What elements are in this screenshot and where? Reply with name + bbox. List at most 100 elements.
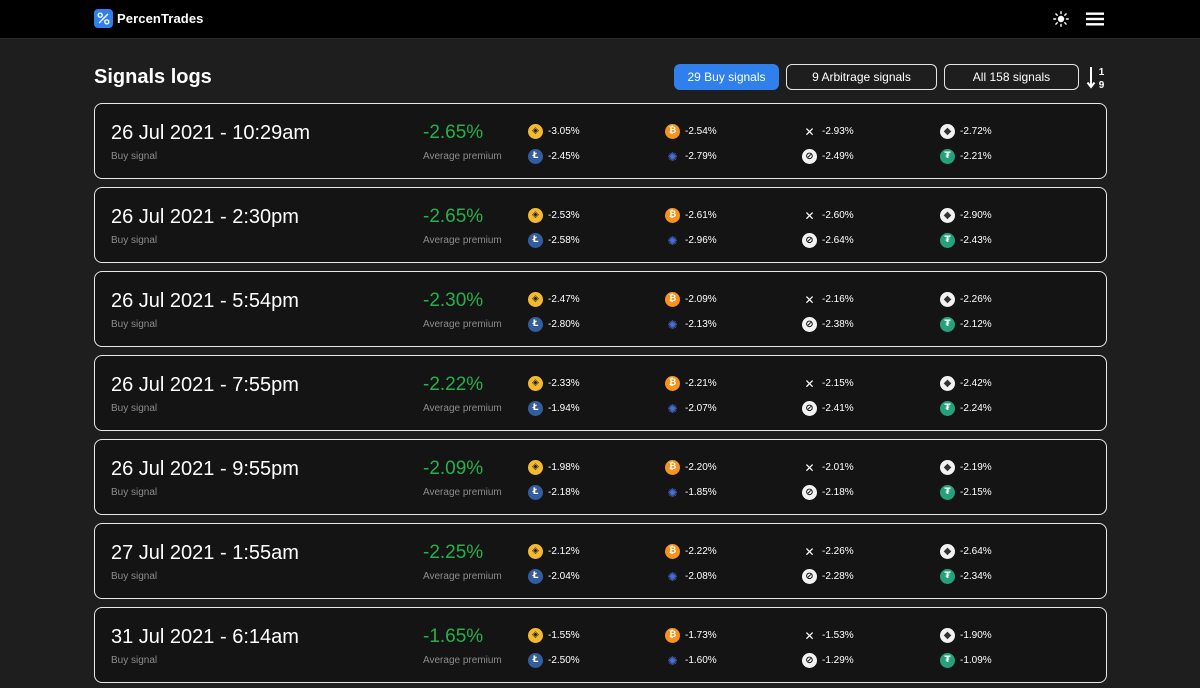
- coin-premium-ltc: Ł -1.94%: [528, 401, 580, 416]
- stellar-icon: ⊘: [802, 485, 817, 500]
- ethereum-icon: ◆: [940, 208, 955, 223]
- coin-premium-ltc: Ł -2.80%: [528, 317, 580, 332]
- coin-premium-usdt: ₮ -2.12%: [940, 317, 992, 332]
- coin-premium-value: -2.04%: [548, 571, 580, 582]
- coin-premium-eth: ◆ -2.90%: [940, 208, 992, 223]
- signal-card[interactable]: 26 Jul 2021 - 7:55pm Buy signal -2.22% Aver…: [94, 355, 1107, 431]
- coin-premium-value: -2.18%: [822, 487, 854, 498]
- signal-card[interactable]: 27 Jul 2021 - 1:55am Buy signal -2.25% Aver…: [94, 523, 1107, 599]
- coin-premium-btc: ₿ -2.61%: [665, 208, 717, 223]
- coin-premium-xlm: ⊘ -2.49%: [802, 149, 854, 164]
- coin-premium-xlm: ⊘ -1.29%: [802, 653, 854, 668]
- arbitrage-signals-filter-button[interactable]: 9 Arbitrage signals: [786, 64, 937, 90]
- percent-logo-icon: [94, 9, 113, 28]
- coin-premium-ada: ✺ -1.85%: [665, 485, 717, 500]
- coin-premium-xrp: ✕ -2.26%: [802, 544, 853, 559]
- signal-type: Buy signal: [111, 403, 158, 414]
- coin-premium-usdt: ₮ -2.21%: [940, 149, 992, 164]
- coin-premium-btc: ₿ -2.54%: [665, 124, 717, 139]
- signal-card[interactable]: 26 Jul 2021 - 9:55pm Buy signal -2.09% Aver…: [94, 439, 1107, 515]
- cardano-icon: ✺: [667, 149, 678, 164]
- coin-premium-value: -1.94%: [548, 403, 580, 414]
- coin-premium-xrp: ✕ -2.93%: [802, 124, 853, 139]
- coin-premium-xlm: ⊘ -2.64%: [802, 233, 854, 248]
- coin-premium-value: -2.07%: [685, 403, 717, 414]
- coin-premium-eth: ◆ -2.26%: [940, 292, 992, 307]
- average-premium-label: Average premium: [423, 487, 502, 498]
- coin-premium-value: -2.09%: [685, 294, 717, 305]
- signal-card[interactable]: 26 Jul 2021 - 5:54pm Buy signal -2.30% Aver…: [94, 271, 1107, 347]
- coin-premium-value: -2.42%: [960, 378, 992, 389]
- coin-premium-value: -1.60%: [685, 655, 717, 666]
- coin-premium-value: -2.38%: [822, 319, 854, 330]
- coin-premium-value: -2.64%: [822, 235, 854, 246]
- tether-icon: ₮: [940, 569, 955, 584]
- all-signals-filter-button[interactable]: All 158 signals: [944, 64, 1079, 90]
- page-title: Signals logs: [94, 66, 212, 88]
- coin-premium-xrp: ✕ -2.60%: [802, 208, 853, 223]
- ethereum-icon: ◆: [940, 292, 955, 307]
- coin-premium-ltc: Ł -2.50%: [528, 653, 580, 668]
- buy-signals-filter-button[interactable]: 29 Buy signals: [674, 64, 779, 90]
- average-premium-value: -2.30%: [423, 290, 484, 311]
- coin-premium-value: -1.53%: [822, 630, 854, 641]
- signal-date: 26 Jul 2021 - 2:30pm: [111, 206, 299, 228]
- bitcoin-icon: ₿: [665, 544, 680, 559]
- coin-premium-value: -2.64%: [960, 546, 992, 557]
- stellar-icon: ⊘: [802, 233, 817, 248]
- stellar-icon: ⊘: [802, 653, 817, 668]
- coin-premium-xlm: ⊘ -2.18%: [802, 485, 854, 500]
- signal-type: Buy signal: [111, 151, 158, 162]
- average-premium-label: Average premium: [423, 319, 502, 330]
- coin-premium-value: -2.15%: [822, 378, 854, 389]
- average-premium-label: Average premium: [423, 655, 502, 666]
- coin-premium-value: -2.22%: [685, 546, 717, 557]
- signal-type: Buy signal: [111, 655, 158, 666]
- coin-premium-value: -2.12%: [548, 546, 580, 557]
- average-premium-value: -2.65%: [423, 122, 484, 143]
- xrp-icon: ✕: [804, 628, 815, 643]
- cardano-icon: ✺: [667, 233, 678, 248]
- coin-premium-ltc: Ł -2.18%: [528, 485, 580, 500]
- coin-premium-xrp: ✕ -1.53%: [802, 628, 854, 643]
- average-premium-label: Average premium: [423, 151, 502, 162]
- average-premium-value: -2.25%: [423, 542, 484, 563]
- sun-icon[interactable]: [1052, 10, 1070, 28]
- coin-premium-value: -2.41%: [822, 403, 854, 414]
- top-navbar: PercenTrades: [0, 0, 1200, 39]
- xrp-icon: ✕: [804, 460, 815, 475]
- coin-premium-usdt: ₮ -2.43%: [940, 233, 992, 248]
- coin-premium-value: -2.20%: [685, 462, 717, 473]
- bnb-icon: ◈: [528, 292, 543, 307]
- cardano-icon: ✺: [667, 317, 678, 332]
- stellar-icon: ⊘: [802, 317, 817, 332]
- coin-premium-ada: ✺ -1.60%: [665, 653, 717, 668]
- hamburger-menu-icon[interactable]: [1086, 10, 1104, 28]
- xrp-icon: ✕: [804, 124, 815, 139]
- coin-premium-value: -1.85%: [685, 487, 717, 498]
- ethereum-icon: ◆: [940, 460, 955, 475]
- average-premium-value: -2.65%: [423, 206, 484, 227]
- tether-icon: ₮: [940, 149, 955, 164]
- signal-card[interactable]: 26 Jul 2021 - 10:29am Buy signal -2.65% Ave…: [94, 103, 1107, 179]
- signal-card[interactable]: 31 Jul 2021 - 6:14am Buy signal -1.65% Aver…: [94, 607, 1107, 683]
- coin-premium-ltc: Ł -2.04%: [528, 569, 580, 584]
- coin-premium-value: -2.50%: [548, 655, 580, 666]
- brand-logo-link[interactable]: PercenTrades: [94, 9, 203, 28]
- xrp-icon: ✕: [804, 292, 815, 307]
- stellar-icon: ⊘: [802, 401, 817, 416]
- coin-premium-btc: ₿ -2.20%: [665, 460, 717, 475]
- bitcoin-icon: ₿: [665, 376, 680, 391]
- coin-premium-value: -2.08%: [685, 571, 717, 582]
- coin-premium-xlm: ⊘ -2.41%: [802, 401, 854, 416]
- signal-date: 26 Jul 2021 - 5:54pm: [111, 290, 299, 312]
- cardano-icon: ✺: [667, 401, 678, 416]
- signal-card[interactable]: 26 Jul 2021 - 2:30pm Buy signal -2.65% Aver…: [94, 187, 1107, 263]
- sort-numeric-ascending-icon[interactable]: 1 9: [1086, 65, 1108, 91]
- coin-premium-ada: ✺ -2.13%: [665, 317, 716, 332]
- cardano-icon: ✺: [667, 653, 678, 668]
- ethereum-icon: ◆: [940, 628, 955, 643]
- coin-premium-value: -2.33%: [548, 378, 580, 389]
- average-premium-value: -2.09%: [423, 458, 484, 479]
- bnb-icon: ◈: [528, 376, 543, 391]
